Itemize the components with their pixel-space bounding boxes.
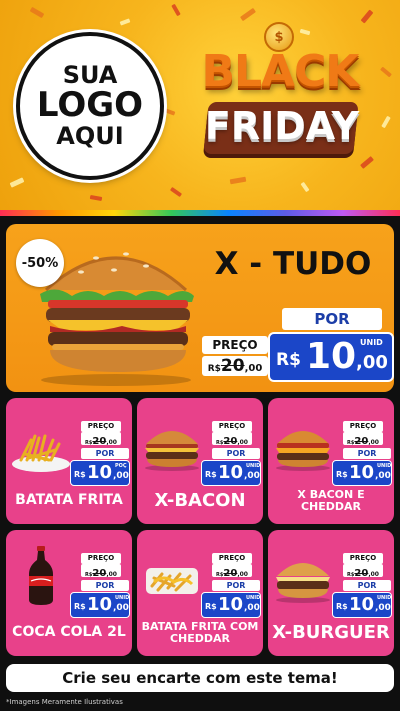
rainbow-divider [0,210,400,216]
old-price-label: PREÇO [81,553,121,564]
new-price-cents: ,00 [113,471,129,481]
logo-line3: AQUI [56,121,124,150]
old-price-cents: ,00 [368,571,379,578]
old-price-cents: ,00 [106,439,117,446]
burger-icon [145,431,199,471]
new-price-value: 10 [349,594,375,615]
old-price: R$20,00 [81,564,121,579]
black-friday-title-line1: BLACK [201,46,359,97]
product-card: PREÇO R$20,00 POR R$ 10 UNID ,00 X-BURGU… [268,530,394,656]
new-price: R$ 10 UNID ,00 [268,332,394,382]
black-friday-logo: $ BLACK FRIDAY [180,22,380,172]
new-price-cents: ,00 [375,603,391,613]
old-price-label: PREÇO [343,421,383,432]
old-price-value: 20 [92,436,107,447]
price-unit: UNID [360,338,383,347]
old-price-cents: ,00 [237,439,248,446]
discount-badge: -50% [16,239,64,287]
disclaimer-text: *Imagens Meramente Ilustrativas [6,698,123,706]
old-price: R$20,00 [202,356,268,376]
old-price-value: 20 [92,568,107,579]
product-card: PREÇO R$20,00 POR R$ 10 UNID ,00 BATATA … [137,530,263,656]
featured-product: -50% X - TUDO PREÇO R$20,00 POR R$ 10 UN… [6,224,394,392]
new-price-currency: R$ [336,470,348,479]
new-price-label: POR [212,580,260,591]
old-price-value: 20 [223,568,238,579]
old-price-cents: ,00 [237,571,248,578]
fries-icon [12,434,70,472]
product-card: PREÇO R$20,00 POR R$ 10 UNID ,00 COCA CO… [6,530,132,656]
new-price-label: POR [343,580,391,591]
new-price-value: 10 [349,462,375,483]
old-price: R$20,00 [343,564,383,579]
old-price-value: 20 [354,436,369,447]
new-price-label: POR [81,448,129,459]
new-price-currency: R$ [74,602,86,611]
price-unit: UNID [377,595,392,601]
old-price: R$20,00 [212,564,252,579]
new-price-value: 10 [87,594,113,615]
old-price-label: PREÇO [343,553,383,564]
old-price-label: PREÇO [202,336,268,354]
new-price-currency: R$ [336,602,348,611]
old-price-value: 20 [223,436,238,447]
new-price-value: 10 [218,462,244,483]
price-unit: UNID [115,595,130,601]
cheddar-fries-icon [146,568,198,594]
featured-product-name: X - TUDO [214,246,372,282]
old-price: R$20,00 [343,432,383,447]
logo-line2: LOGO [36,85,144,126]
old-price-cents: ,00 [368,439,379,446]
new-price-currency: R$ [74,470,86,479]
new-price-label: POR [81,580,129,591]
new-price-cents: ,00 [244,603,260,613]
old-price-label: PREÇO [81,421,121,432]
new-price-value: 10 [306,336,357,377]
product-name: BATATA FRITA [15,492,123,509]
price-unit: UNID [246,595,261,601]
new-price-currency: R$ [205,470,217,479]
new-price-label: POR [343,448,391,459]
product-name: COCA COLA 2L [12,624,126,641]
new-price-label: POR [212,448,260,459]
new-price-currency: R$ [276,350,301,370]
old-price-cents: ,00 [244,363,263,374]
product-card: PREÇO R$20,00 POR R$ 10 POÇ ,00 BATATA F… [6,398,132,524]
product-name: BATATA FRITA COM CHEDDAR [141,619,259,645]
price-unit: POÇ [115,463,127,469]
product-name: X BACON E CHEDDAR [297,487,365,513]
price-unit: UNID [377,463,392,469]
new-price-label: POR [282,308,382,330]
old-price: R$20,00 [212,432,252,447]
old-price-label: PREÇO [212,421,252,432]
soda-bottle-icon [29,546,53,605]
black-friday-title-line2: FRIDAY [204,104,360,148]
old-price-currency: R$ [207,364,221,374]
new-price-cents: ,00 [244,471,260,481]
old-price-value: 20 [220,356,245,376]
new-price-currency: R$ [205,602,217,611]
product-card: PREÇO R$20,00 POR R$ 10 UNID ,00 X-BACON [137,398,263,524]
new-price-value: 10 [218,594,244,615]
old-price-value: 20 [354,568,369,579]
new-price-value: 10 [87,462,113,483]
logo-placeholder: SUA LOGO AQUI [16,32,164,180]
product-name: X-BURGUER [272,622,390,644]
header-banner: SUA LOGO AQUI $ BLACK FRIDAY [0,0,400,214]
old-price-label: PREÇO [212,553,252,564]
cta-banner[interactable]: Crie seu encarte com este tema! [6,664,394,692]
new-price-cents: ,00 [375,471,391,481]
product-card: PREÇO R$20,00 POR R$ 10 UNID ,00 X BACON… [268,398,394,524]
new-price-cents: ,00 [356,352,388,373]
price-unit: UNID [246,463,261,469]
cheese-burger-icon [276,431,330,471]
old-price: R$20,00 [81,432,121,447]
burger-icon [276,563,330,603]
new-price-cents: ,00 [113,603,129,613]
product-name: X-BACON [154,490,246,512]
old-price-cents: ,00 [106,571,117,578]
